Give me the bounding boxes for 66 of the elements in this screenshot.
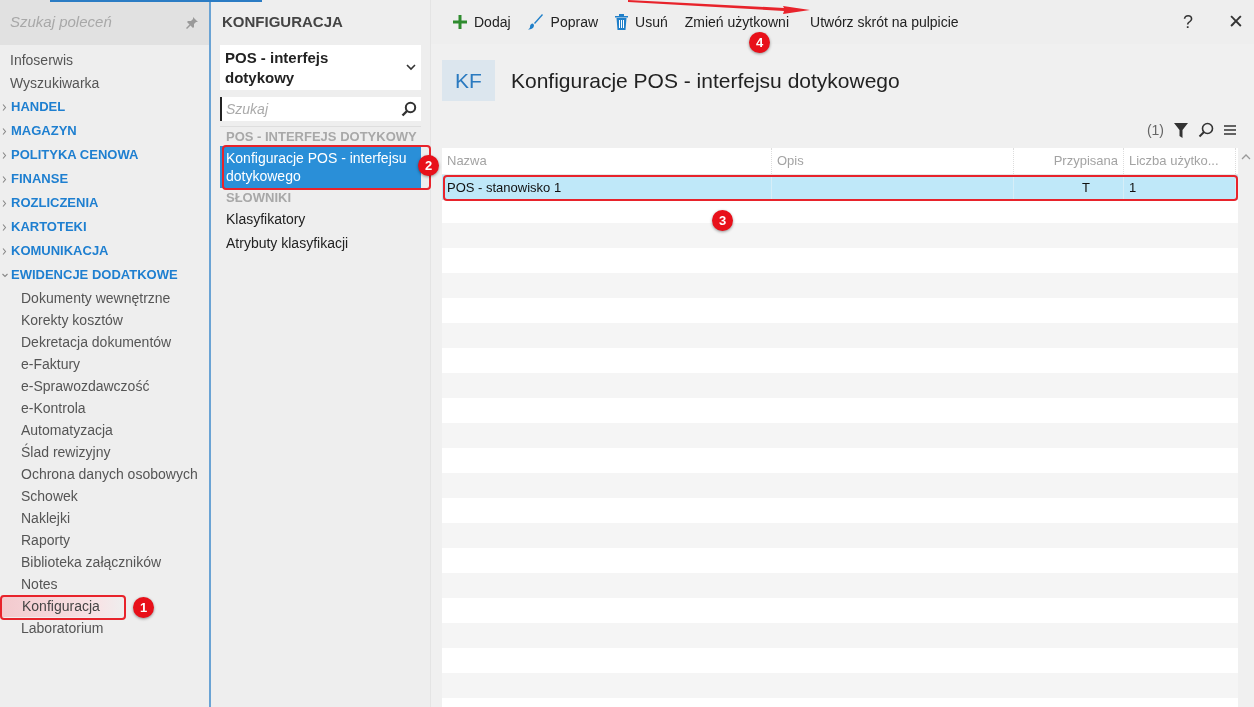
scroll-up-icon[interactable] (1241, 154, 1251, 160)
chevron-right-icon[interactable] (2, 151, 7, 159)
sidebar-item[interactable]: Infoserwis (0, 49, 209, 72)
search-icon[interactable] (1198, 122, 1214, 138)
sidebar-item[interactable]: Naklejki (0, 507, 200, 529)
chevron-right-icon[interactable] (2, 175, 7, 183)
page-title: Konfiguracje POS - interfejsu dotykowego (511, 67, 900, 94)
sidebar-section[interactable]: FINANSE (11, 169, 69, 189)
sidebar-item[interactable]: e-Sprawozdawczość (0, 375, 200, 397)
toolbar-button[interactable]: Zmień użytkowni (684, 15, 789, 29)
nav-item[interactable]: Atrybuty klasyfikacji (220, 231, 421, 255)
sidebar-section[interactable]: HANDEL (11, 97, 66, 117)
toolbar-button[interactable]: Popraw (527, 14, 599, 30)
nav-item[interactable]: Konfiguracje POS - interfejsu dotykowego (220, 146, 421, 188)
sidebar-item[interactable]: e-Kontrola (0, 397, 200, 419)
sidebar-item[interactable]: Dokumenty wewnętrzne (0, 287, 200, 309)
sidebar-item[interactable]: Wyszukiwarka (0, 72, 209, 95)
group-heading: SŁOWNIKI (226, 190, 291, 205)
record-count: (1) (1146, 120, 1164, 140)
search-field[interactable]: Szukaj (220, 97, 421, 121)
panel-title: KONFIGURACJA (221, 12, 344, 33)
nav-item[interactable]: Klasyfikatory (220, 207, 421, 231)
brush-icon (527, 14, 544, 30)
toolbar-button[interactable]: Dodaj (453, 15, 511, 29)
command-search-bar[interactable]: Szukaj poleceń (0, 0, 209, 45)
sidebar-section[interactable]: KOMUNIKACJA (11, 241, 109, 261)
table-cell-text: 1 (1129, 178, 1137, 197)
chevron-right-icon[interactable] (2, 199, 7, 207)
menu-icon[interactable] (1224, 125, 1236, 135)
chevron-right-icon[interactable] (2, 103, 7, 111)
sidebar-item[interactable]: Ochrona danych osobowych (0, 463, 200, 485)
search-icon[interactable] (401, 101, 417, 117)
sidebar-section[interactable]: MAGAZYN (11, 121, 77, 141)
sidebar-item[interactable]: Biblioteka załączników (0, 551, 200, 573)
toolbar-button[interactable]: Usuń (615, 14, 668, 30)
trash-icon (615, 14, 629, 30)
filter-icon[interactable] (1174, 122, 1188, 138)
help-button[interactable]: ? (1183, 8, 1193, 36)
sidebar-item[interactable]: Automatyzacja (0, 419, 200, 441)
chevron-down-icon (406, 64, 416, 71)
pin-icon[interactable] (185, 15, 199, 30)
sidebar-item[interactable]: e-Faktury (0, 353, 200, 375)
table-cell-text: POS - stanowisko 1 (447, 178, 562, 197)
close-button[interactable]: ✕ (1228, 7, 1244, 37)
table-cell-text: T (1082, 178, 1090, 197)
chevron-right-icon[interactable] (2, 223, 7, 231)
chevron-right-icon[interactable] (2, 247, 7, 255)
sidebar-section[interactable]: ROZLICZENIA (11, 193, 99, 213)
sidebar-section[interactable]: POLITYKA CENOWA (11, 145, 139, 165)
sidebar-item[interactable]: Ślad rewizyjny (0, 441, 200, 463)
module-badge: KF (442, 60, 495, 101)
sidebar-item[interactable]: Korekty kosztów (0, 309, 200, 331)
command-search-field[interactable]: Szukaj poleceń (10, 11, 170, 34)
sidebar-item[interactable]: Schowek (0, 485, 200, 507)
group-heading: POS - INTERFEJS DOTYKOWY (226, 129, 417, 144)
sidebar-item[interactable]: Dekretacja dokumentów (0, 331, 200, 353)
chevron-down-icon[interactable] (2, 272, 8, 278)
chevron-right-icon[interactable] (2, 127, 7, 135)
toolbar-button[interactable]: Utwórz skrót na pulpicie (810, 15, 959, 29)
sidebar-section[interactable]: KARTOTEKI (11, 217, 87, 237)
module-dropdown[interactable]: POS - interfejs dotykowy (220, 45, 421, 90)
plus-icon (453, 15, 467, 29)
sidebar-item[interactable]: Laboratorium (0, 617, 200, 639)
sidebar-section[interactable]: EWIDENCJE DODATKOWE (11, 265, 178, 285)
sidebar-item[interactable]: Notes (0, 573, 200, 595)
sidebar-item[interactable]: Raporty (0, 529, 200, 551)
